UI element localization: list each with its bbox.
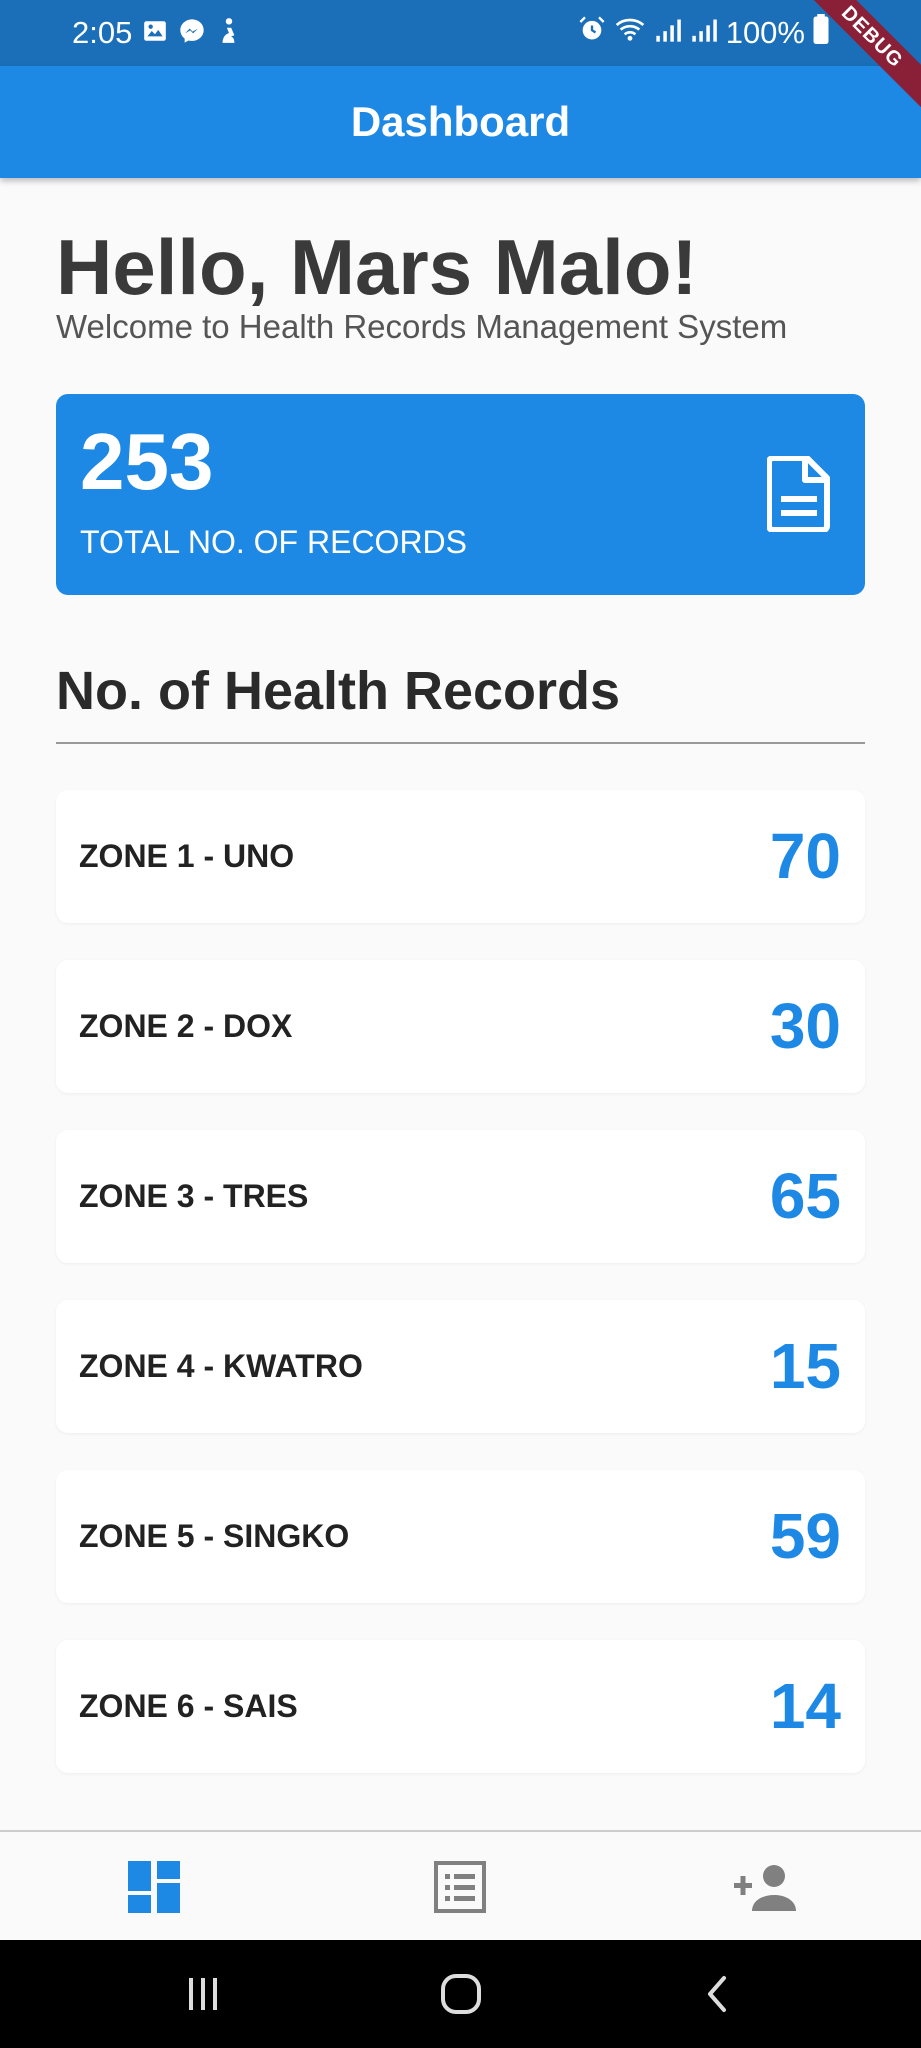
add-person-icon <box>734 1865 796 1911</box>
accessibility-icon <box>216 17 242 50</box>
nav-add-person[interactable] <box>667 1832 867 1942</box>
section-divider <box>56 742 865 744</box>
messenger-icon <box>178 17 206 50</box>
battery-percent: 100% <box>725 15 805 50</box>
dashboard-icon <box>128 1861 180 1913</box>
zone-count: 14 <box>769 1670 841 1742</box>
total-records-label: TOTAL NO. OF RECORDS <box>80 524 467 560</box>
status-time: 2:05 <box>72 15 133 50</box>
zone-card[interactable]: ZONE 4 - KWATRO 15 <box>56 1300 865 1433</box>
zone-count: 15 <box>769 1330 841 1402</box>
zone-count: 65 <box>769 1160 841 1232</box>
zone-card[interactable]: ZONE 3 - TRES 65 <box>56 1130 865 1263</box>
alarm-icon <box>578 15 606 51</box>
greeting-title: Hello, Mars Malo! <box>56 223 698 311</box>
nav-records-list[interactable] <box>360 1832 560 1942</box>
zone-name: ZONE 6 - SAIS <box>79 1688 298 1724</box>
status-right: 100% <box>578 0 829 66</box>
zone-name: ZONE 4 - KWATRO <box>79 1348 363 1384</box>
nav-dashboard[interactable] <box>54 1832 254 1942</box>
battery-icon <box>813 14 829 52</box>
zone-card[interactable]: ZONE 2 - DOX 30 <box>56 960 865 1093</box>
zone-card[interactable]: ZONE 1 - UNO 70 <box>56 790 865 923</box>
total-records-value: 253 <box>80 417 214 506</box>
zone-name: ZONE 1 - UNO <box>79 838 295 874</box>
document-icon <box>767 456 830 532</box>
gallery-icon <box>142 18 168 49</box>
zone-count: 70 <box>769 820 841 892</box>
signal-icon <box>690 15 718 51</box>
system-nav-bar <box>0 1940 921 2048</box>
list-icon <box>434 1861 486 1913</box>
status-left: 2:05 <box>72 0 242 66</box>
total-records-card: 253 TOTAL NO. OF RECORDS <box>56 394 865 595</box>
greeting-subtitle: Welcome to Health Records Management Sys… <box>56 308 788 345</box>
zone-name: ZONE 2 - DOX <box>79 1008 293 1044</box>
zone-count: 59 <box>769 1500 841 1572</box>
app-bar: Dashboard <box>0 66 921 178</box>
zone-name: ZONE 5 - SINGKO <box>79 1518 350 1554</box>
zone-count: 30 <box>769 990 841 1062</box>
page-title: Dashboard <box>350 98 571 145</box>
back-button[interactable] <box>658 1940 778 2048</box>
zone-card[interactable]: ZONE 5 - SINGKO 59 <box>56 1470 865 1603</box>
home-button[interactable] <box>401 1940 521 2048</box>
status-bar: 2:05 100% DEBUG <box>0 0 921 115</box>
home-icon <box>441 1974 481 2014</box>
recent-apps-icon <box>189 1978 217 2010</box>
wifi-icon <box>614 15 646 51</box>
signal-icon <box>654 15 682 51</box>
bottom-nav <box>0 1830 921 1942</box>
zone-card[interactable]: ZONE 6 - SAIS 14 <box>56 1640 865 1773</box>
zone-name: ZONE 3 - TRES <box>79 1178 309 1214</box>
section-title: No. of Health Records <box>56 661 621 721</box>
recent-apps-button[interactable] <box>143 1940 263 2048</box>
back-icon <box>708 1976 726 2012</box>
